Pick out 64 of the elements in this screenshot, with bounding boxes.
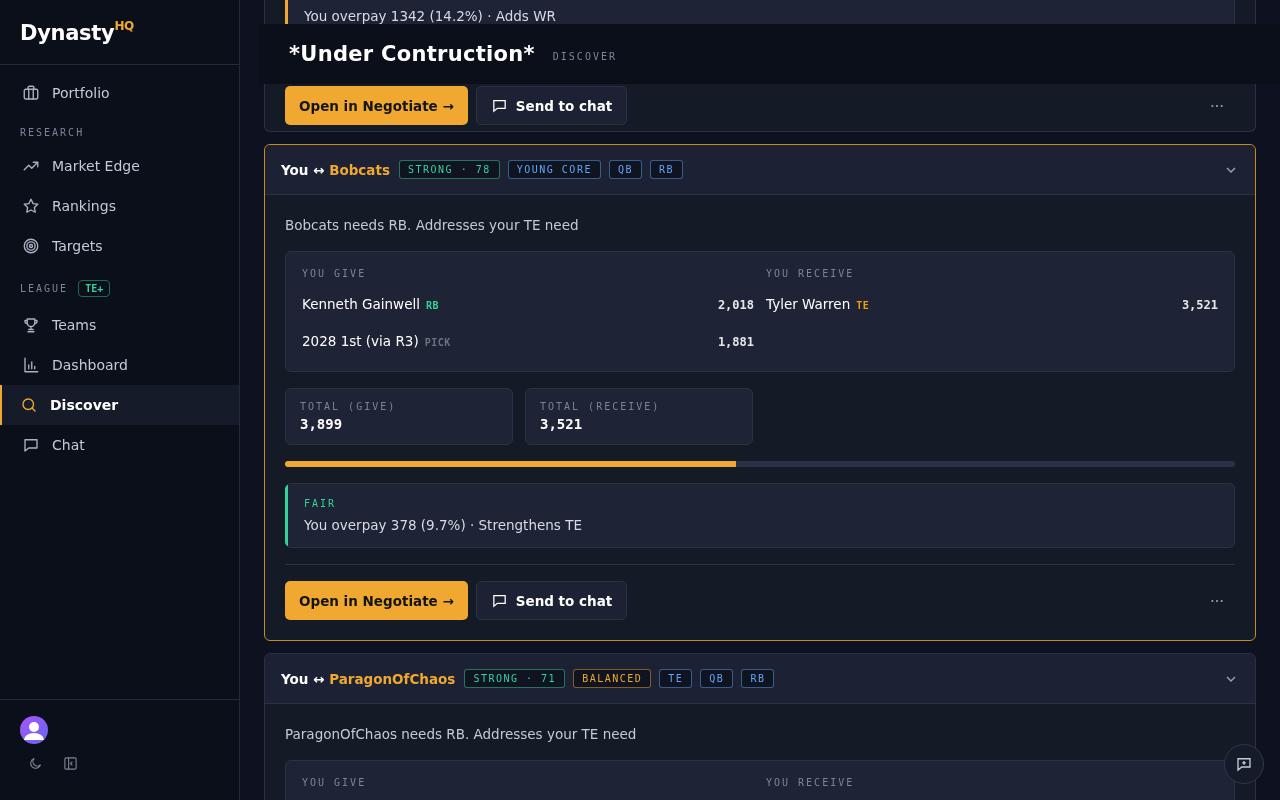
position-label: PICK	[424, 337, 451, 348]
sidebar-item[interactable]: Portfolio	[0, 73, 239, 113]
total-label: TOTAL (GIVE)	[300, 401, 398, 412]
logo: Dynasty$^{HQ}$	[20, 19, 135, 45]
tag: BALANCED	[573, 669, 652, 688]
asset-value: 3,521	[1181, 298, 1218, 312]
tag: STRONG · 71	[464, 669, 566, 688]
asset-name: Kenneth Gainwell	[302, 296, 420, 312]
tag: TE	[659, 669, 693, 688]
verdict-text: You overpay 1342 (14.2%) · Adds WR	[304, 8, 556, 24]
tag: STRONG · 78	[399, 160, 500, 179]
asset-value: 1,881	[717, 335, 754, 349]
trade-description: ParagonOfChaos needs RB. Addresses your TE need	[285, 726, 638, 742]
tag: QB	[700, 669, 734, 688]
tag: RB	[650, 160, 684, 179]
briefcase-icon	[22, 84, 40, 102]
total-value: 3,899	[300, 416, 344, 432]
section-label: RESEARCH	[20, 127, 85, 138]
trade-title: You ↔ Bobcats	[281, 161, 390, 178]
star-icon	[22, 197, 40, 215]
sidebar-item[interactable]: Chat	[0, 425, 239, 465]
section-label: LEAGUE	[20, 283, 69, 294]
column-label: YOU GIVE	[302, 777, 368, 788]
sidebar-item[interactable]: Rankings	[0, 186, 239, 226]
moon-icon[interactable]	[28, 756, 43, 771]
chat-icon	[22, 436, 40, 454]
target-icon	[22, 237, 40, 255]
asset-name: Tyler Warren	[766, 296, 851, 312]
page-title: *Under Contruction*	[289, 42, 535, 66]
sidebar-item[interactable]: Dashboard	[0, 345, 239, 385]
bar-chart-icon	[22, 356, 40, 374]
chat-icon	[490, 592, 508, 609]
send-to-chat-button[interactable]: Send to chat	[475, 581, 628, 620]
total-value: 3,521	[540, 416, 584, 432]
tag: QB	[608, 160, 642, 179]
asset-name: 2028 1st (via R3)	[302, 333, 419, 349]
sidebar-item[interactable]: Targets	[0, 226, 239, 266]
search-icon	[20, 396, 38, 414]
verdict-text: You overpay 378 (9.7%) · Strengthens TE	[304, 517, 582, 533]
column-label: YOU GIVE	[302, 268, 368, 279]
asset-value: 2,018	[717, 298, 754, 312]
negotiate-button[interactable]: Open in Negotiate →	[285, 581, 468, 620]
sidebar-item[interactable]: Market Edge	[0, 146, 239, 186]
total-label: TOTAL (RECEIVE)	[540, 401, 662, 412]
verdict-label: FAIR	[304, 498, 338, 509]
trade-description: Bobcats needs RB. Addresses your TE need	[285, 217, 580, 233]
negotiate-button[interactable]: Open in Negotiate →	[285, 86, 468, 125]
column-label: YOU RECEIVE	[766, 268, 856, 279]
tag: RB	[741, 669, 775, 688]
position-label: TE	[856, 300, 870, 311]
trade-title: You ↔ ParagonOfChaos	[281, 670, 456, 687]
league-badge: TE+	[78, 280, 111, 297]
sidebar-item[interactable]: Discover	[0, 385, 239, 425]
trophy-icon	[22, 316, 40, 334]
avatar[interactable]	[20, 716, 48, 744]
chat-plus-icon	[1235, 755, 1253, 773]
column-label: YOU RECEIVE	[766, 777, 856, 788]
breadcrumb: DISCOVER	[552, 49, 617, 62]
chat-icon	[490, 97, 508, 114]
send-to-chat-button[interactable]: Send to chat	[475, 86, 628, 125]
sidebar-item[interactable]: Teams	[0, 305, 239, 345]
collapse-sidebar-icon[interactable]	[63, 756, 78, 771]
tag: YOUNG CORE	[507, 160, 601, 179]
position-label: RB	[425, 300, 439, 311]
